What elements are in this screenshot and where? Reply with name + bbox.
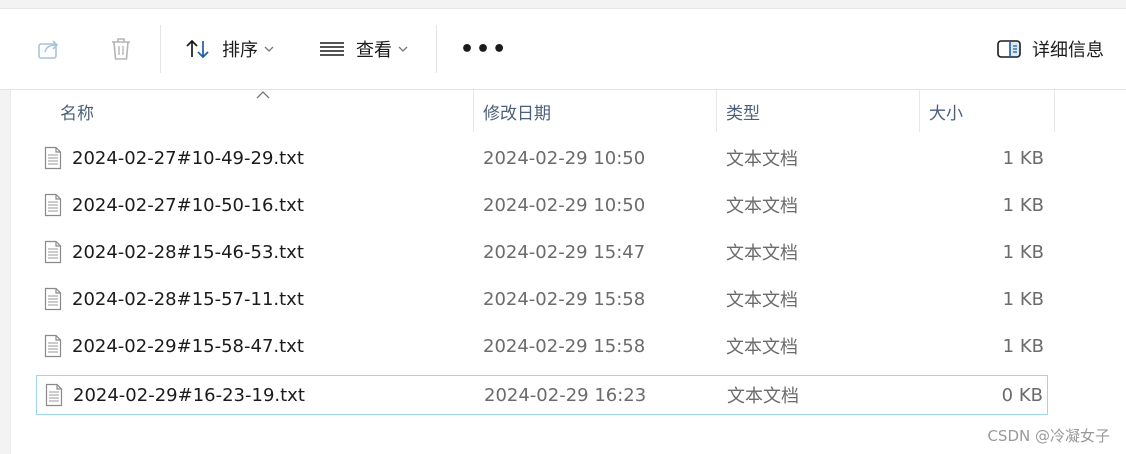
chevron-down-icon bbox=[264, 46, 274, 52]
sort-label: 排序 bbox=[222, 40, 258, 61]
more-icon: ••• bbox=[460, 36, 509, 62]
file-type: 文本文档 bbox=[726, 149, 798, 170]
file-size: 1 KB bbox=[1002, 194, 1044, 216]
chevron-down-icon bbox=[398, 46, 408, 52]
column-header: 名称 修改日期 类型 大小 bbox=[0, 90, 1126, 132]
file-row-selected[interactable]: 2024-02-29#16-23-19.txt 2024-02-29 16:23… bbox=[36, 375, 1048, 415]
text-file-icon bbox=[44, 146, 62, 170]
view-button[interactable]: 查看 bbox=[318, 9, 408, 89]
view-label: 查看 bbox=[356, 40, 392, 61]
file-name: 2024-02-29#16-23-19.txt bbox=[73, 384, 305, 406]
navigation-pane-edge bbox=[0, 90, 11, 454]
more-options-button[interactable]: ••• bbox=[460, 9, 508, 89]
details-pane-button[interactable]: 详细信息 bbox=[996, 9, 1104, 89]
watermark: CSDN @冷凝女子 bbox=[987, 427, 1110, 445]
details-pane-icon bbox=[997, 40, 1021, 58]
file-date: 2024-02-29 10:50 bbox=[483, 194, 646, 216]
file-row[interactable]: 2024-02-28#15-57-11.txt 2024-02-29 15:58… bbox=[36, 279, 1048, 319]
column-header-size[interactable]: 大小 bbox=[929, 90, 963, 132]
share-icon bbox=[38, 40, 59, 59]
file-size: 1 KB bbox=[1002, 288, 1044, 310]
file-date: 2024-02-29 16:23 bbox=[484, 384, 647, 406]
file-date: 2024-02-29 10:50 bbox=[483, 147, 646, 169]
text-file-icon bbox=[44, 287, 62, 311]
file-row[interactable]: 2024-02-27#10-49-29.txt 2024-02-29 10:50… bbox=[36, 138, 1048, 178]
sort-ascending-indicator-icon bbox=[256, 91, 270, 99]
file-date: 2024-02-29 15:47 bbox=[483, 241, 646, 263]
column-divider[interactable] bbox=[716, 90, 717, 132]
command-bar: 排序 查看 ••• 详细信息 bbox=[0, 9, 1126, 90]
text-file-icon bbox=[44, 240, 62, 264]
file-row[interactable]: 2024-02-29#15-58-47.txt 2024-02-29 15:58… bbox=[36, 326, 1048, 366]
view-list-icon bbox=[320, 42, 344, 56]
file-name: 2024-02-28#15-46-53.txt bbox=[72, 241, 304, 263]
file-date: 2024-02-29 15:58 bbox=[483, 335, 646, 357]
file-size: 1 KB bbox=[1002, 147, 1044, 169]
file-row[interactable]: 2024-02-28#15-46-53.txt 2024-02-29 15:47… bbox=[36, 232, 1048, 272]
file-type: 文本文档 bbox=[727, 386, 799, 407]
column-divider[interactable] bbox=[1054, 90, 1055, 132]
file-type: 文本文档 bbox=[726, 337, 798, 358]
file-type: 文本文档 bbox=[726, 196, 798, 217]
column-divider[interactable] bbox=[919, 90, 920, 132]
text-file-icon bbox=[44, 193, 62, 217]
file-name: 2024-02-27#10-50-16.txt bbox=[72, 194, 304, 216]
file-size: 1 KB bbox=[1002, 335, 1044, 357]
file-type: 文本文档 bbox=[726, 243, 798, 264]
file-row[interactable]: 2024-02-27#10-50-16.txt 2024-02-29 10:50… bbox=[36, 185, 1048, 225]
text-file-icon bbox=[45, 383, 63, 407]
column-divider[interactable] bbox=[473, 90, 474, 132]
column-header-date[interactable]: 修改日期 bbox=[483, 90, 551, 132]
trash-icon bbox=[112, 38, 130, 60]
delete-button[interactable] bbox=[108, 9, 134, 89]
file-name: 2024-02-29#15-58-47.txt bbox=[72, 335, 304, 357]
share-button[interactable] bbox=[36, 9, 62, 89]
sort-icon bbox=[186, 39, 209, 59]
column-header-name[interactable]: 名称 bbox=[60, 90, 94, 132]
file-size: 0 KB bbox=[1001, 384, 1043, 406]
file-name: 2024-02-28#15-57-11.txt bbox=[72, 288, 304, 310]
toolbar-divider bbox=[436, 25, 437, 73]
file-date: 2024-02-29 15:58 bbox=[483, 288, 646, 310]
window-top-strip bbox=[0, 0, 1126, 9]
file-name: 2024-02-27#10-49-29.txt bbox=[72, 147, 304, 169]
file-size: 1 KB bbox=[1002, 241, 1044, 263]
file-type: 文本文档 bbox=[726, 290, 798, 311]
details-label: 详细信息 bbox=[1032, 40, 1104, 61]
column-header-type[interactable]: 类型 bbox=[726, 90, 760, 132]
text-file-icon bbox=[44, 334, 62, 358]
toolbar-divider bbox=[160, 25, 161, 73]
sort-button[interactable]: 排序 bbox=[184, 9, 274, 89]
